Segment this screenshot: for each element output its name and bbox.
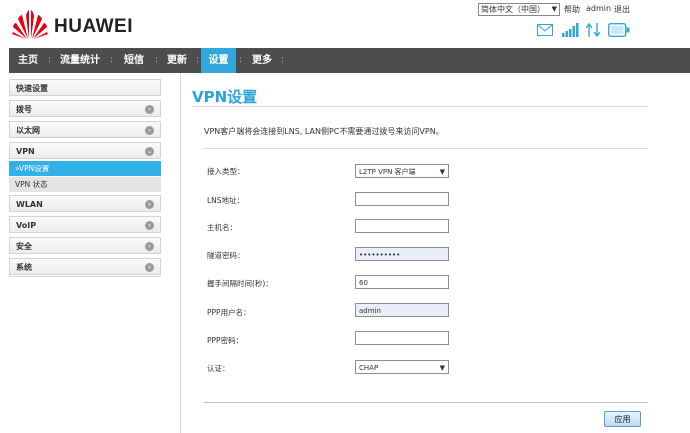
sidebar-item-ethernet[interactable]: 以太网 ›: [9, 121, 161, 138]
access-type-select[interactable]: L2TP VPN 客户端 ▼: [355, 164, 449, 178]
form-divider: [204, 402, 648, 403]
hello-interval-input[interactable]: 60: [355, 275, 449, 289]
expand-icon: ›: [145, 200, 154, 209]
sidebar-item-label: 系统: [16, 263, 32, 272]
tunnel-password-label: 隧道密码：: [207, 251, 245, 260]
sidebar-subitem-label: VPN 状态: [15, 180, 48, 189]
mail-icon[interactable]: [537, 22, 553, 38]
apply-button[interactable]: 应用: [604, 411, 641, 427]
sidebar-subitem-label: »VPN设置: [15, 164, 50, 173]
sidebar-item-label: VPN: [16, 147, 35, 156]
expand-icon: ›: [145, 126, 154, 135]
title-divider: [192, 106, 648, 107]
sidebar-item-voip[interactable]: VoIP ›: [9, 216, 161, 233]
nav-home[interactable]: 主页: [9, 48, 47, 73]
hostname-label: 主机名：: [207, 223, 237, 232]
auth-label: 认证：: [207, 364, 230, 373]
nav-more[interactable]: 更多: [245, 48, 279, 73]
tunnel-password-value: ••••••••••: [359, 251, 401, 259]
page-title: VPN设置: [192, 88, 258, 106]
description-divider: [204, 148, 648, 149]
auth-select[interactable]: CHAP ▼: [355, 360, 449, 374]
sidebar-subitem-vpn-settings[interactable]: »VPN设置: [9, 161, 161, 176]
nav-sms[interactable]: 短信: [115, 48, 153, 73]
content-divider: [180, 73, 181, 433]
sidebar-item-vpn[interactable]: VPN ⌄: [9, 142, 161, 159]
ppp-username-label: PPP用户名：: [207, 308, 251, 317]
lns-address-input[interactable]: [355, 192, 449, 206]
sidebar-item-quick-setup[interactable]: 快速设置: [9, 79, 161, 96]
sidebar-item-label: 安全: [16, 242, 32, 251]
sidebar-item-label: WLAN: [16, 200, 43, 209]
expand-icon: ›: [145, 105, 154, 114]
ppp-username-input[interactable]: admin: [355, 303, 449, 317]
page-description: VPN客户端将会连接到LNS, LAN侧PC不需要通过拨号来访问VPN。: [204, 127, 444, 136]
dropdown-arrow-icon: ▼: [439, 364, 445, 372]
signal-icon: [562, 23, 579, 37]
nav-update[interactable]: 更新: [160, 48, 194, 73]
expand-icon: ›: [145, 263, 154, 272]
expand-icon: ›: [145, 242, 154, 251]
ppp-password-label: PPP密码：: [207, 336, 244, 345]
nav-separator: :: [281, 55, 285, 65]
hostname-input[interactable]: [355, 219, 449, 233]
sidebar-item-system[interactable]: 系统 ›: [9, 258, 161, 275]
help-link[interactable]: 帮助: [564, 4, 580, 15]
nav-traffic[interactable]: 流量统计: [53, 48, 107, 73]
sidebar-item-label: VoIP: [16, 221, 37, 230]
huawei-flower-icon: [12, 10, 48, 39]
sidebar-item-label: 快速设置: [16, 84, 48, 93]
sidebar-divider: [9, 276, 161, 277]
language-value: 简体中文（中国）: [481, 5, 545, 14]
tunnel-password-input[interactable]: ••••••••••: [355, 247, 449, 261]
huawei-logo: HUAWEI: [12, 10, 142, 42]
dropdown-arrow-icon: ▼: [551, 5, 557, 13]
nav-settings[interactable]: 设置: [201, 48, 236, 73]
access-type-value: L2TP VPN 客户端: [359, 168, 416, 176]
expand-icon: ›: [145, 221, 154, 230]
hello-interval-label: 握手间隔时间(秒)：: [207, 279, 273, 288]
collapse-icon: ⌄: [145, 147, 154, 156]
ppp-username-value: admin: [359, 307, 381, 315]
lns-address-label: LNS地址：: [207, 196, 245, 205]
sidebar-item-label: 以太网: [16, 126, 40, 135]
nav-separator: :: [155, 55, 159, 65]
nav-separator: :: [110, 55, 114, 65]
sidebar-item-dial[interactable]: 拨号 ›: [9, 100, 161, 117]
data-transfer-icon: [586, 22, 600, 38]
battery-icon: [608, 23, 630, 37]
sidebar-item-label: 拨号: [16, 105, 32, 114]
user-link[interactable]: admin: [586, 4, 611, 13]
sidebar-subitem-vpn-status[interactable]: VPN 状态: [9, 177, 161, 192]
access-type-label: 接入类型：: [207, 167, 245, 176]
auth-value: CHAP: [359, 364, 379, 372]
ppp-password-input[interactable]: [355, 331, 449, 345]
sidebar-item-wlan[interactable]: WLAN ›: [9, 195, 161, 212]
language-select[interactable]: 简体中文（中国） ▼: [478, 3, 560, 16]
dropdown-arrow-icon: ▼: [439, 168, 445, 176]
hello-interval-value: 60: [359, 279, 368, 287]
nav-separator: :: [239, 55, 243, 65]
nav-separator: :: [48, 55, 52, 65]
main-navbar: 主页 : 流量统计 : 短信 : 更新 : 设置 : 更多 :: [9, 48, 690, 73]
nav-separator: :: [196, 55, 200, 65]
logout-link[interactable]: 退出: [614, 4, 630, 15]
sidebar-item-security[interactable]: 安全 ›: [9, 237, 161, 254]
brand-name: HUAWEI: [54, 16, 133, 37]
